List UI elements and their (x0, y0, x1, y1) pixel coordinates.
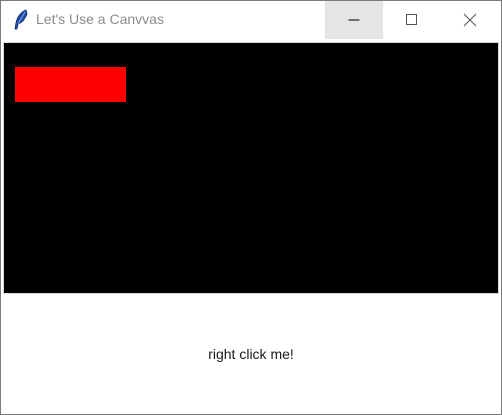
red-rectangle[interactable] (15, 67, 126, 102)
feather-icon (14, 9, 28, 30)
maximize-icon (406, 14, 417, 25)
drawing-canvas[interactable] (3, 42, 499, 294)
close-icon (463, 13, 477, 27)
title-bar[interactable]: Let's Use a Canvvas (1, 1, 501, 39)
maximize-button[interactable] (383, 1, 441, 39)
minimize-icon (348, 19, 360, 21)
app-window: Let's Use a Canvvas right click me! (0, 0, 502, 415)
minimize-button[interactable] (325, 1, 383, 39)
close-button[interactable] (441, 1, 499, 39)
window-title: Let's Use a Canvvas (36, 11, 164, 27)
right-click-label[interactable]: right click me! (1, 346, 501, 362)
